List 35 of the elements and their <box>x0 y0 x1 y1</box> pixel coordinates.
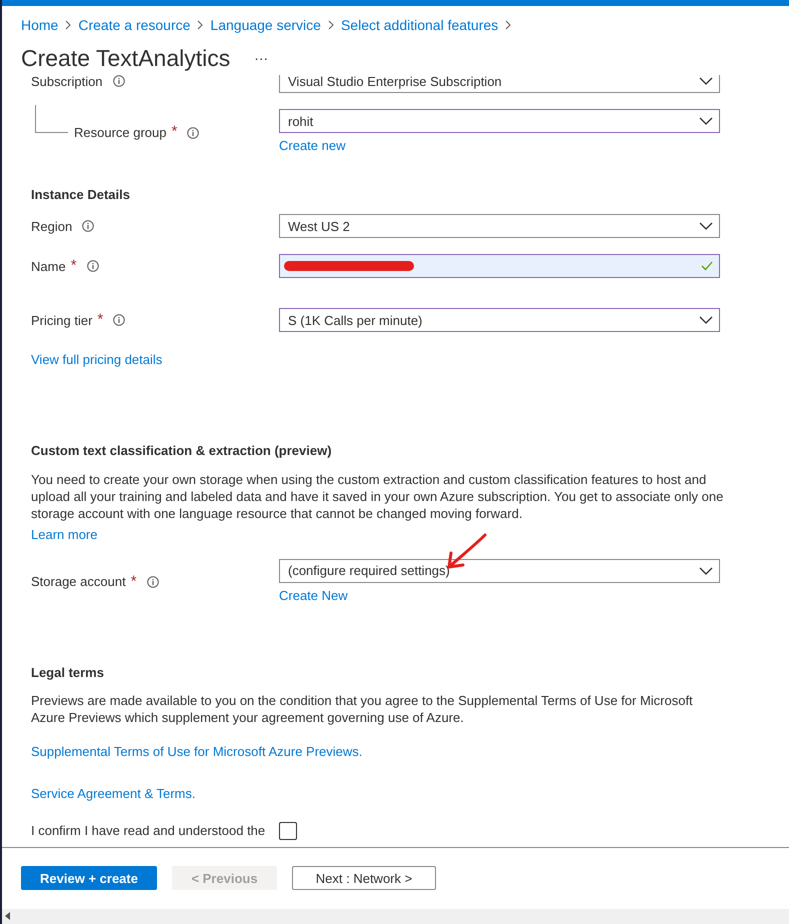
section-heading: Legal terms <box>30 664 105 682</box>
dropdown[interactable]: rohit <box>279 109 720 134</box>
breadcrumb-link[interactable]: Language service <box>210 14 321 36</box>
field-label: Pricing tier <box>31 312 92 330</box>
more-options[interactable]: ··· <box>254 48 268 69</box>
link[interactable]: Service Agreement & Terms. <box>29 784 196 804</box>
footer-button[interactable]: Next : Network > <box>292 866 436 890</box>
field-label: Name <box>31 258 66 276</box>
required-mark: * <box>70 256 77 276</box>
dropdown[interactable]: (configure required settings) <box>279 558 720 583</box>
field-label: Storage account <box>31 573 126 592</box>
breadcrumb-link[interactable]: Home <box>21 14 58 36</box>
breadcrumb-link[interactable]: Select additional features <box>340 14 498 36</box>
field-label: Region <box>31 218 72 236</box>
breadcrumb-link[interactable]: Create a resource <box>78 14 190 36</box>
create-new-link[interactable]: Create New <box>279 586 348 606</box>
link[interactable]: Learn more <box>29 524 98 544</box>
footer-button[interactable]: Review + create <box>21 866 157 890</box>
required-mark: * <box>172 122 178 142</box>
section-heading: Custom text classification & extraction (preview) <box>30 442 333 460</box>
checkbox-label: I confirm I have read and understood the <box>31 822 266 839</box>
field-label: Subscription <box>31 75 103 91</box>
field-label: Resource group <box>74 124 166 142</box>
create-new-link[interactable]: Create new <box>279 136 346 156</box>
description-text: Previews are made available to you on the condition that you agree to the Supplemental Terms of Use for Microsoft Azure Previews which supplement your agreement governing use of Azure. <box>30 692 694 726</box>
required-mark: * <box>97 310 104 330</box>
section-heading: Instance Details <box>30 186 131 204</box>
page-title: Create TextAnalytics <box>21 44 230 73</box>
dropdown[interactable]: Visual Studio Enterprise Subscription <box>279 75 720 94</box>
link[interactable]: View full pricing details <box>29 350 162 370</box>
dropdown[interactable]: S (1K Calls per minute) <box>279 308 720 332</box>
dropdown[interactable]: West US 2 <box>279 214 720 238</box>
required-mark: * <box>130 572 137 592</box>
link[interactable]: Supplemental Terms of Use for Microsoft Azure Previews. <box>29 742 362 762</box>
description-text: You need to create your own storage when using the custom extraction and custom classification features to host and upload all your training and labeled data and have it saved in your own Azure subscription. You get to associate only one storage account with one language resource that cannot be changed moving forward. <box>30 470 724 522</box>
